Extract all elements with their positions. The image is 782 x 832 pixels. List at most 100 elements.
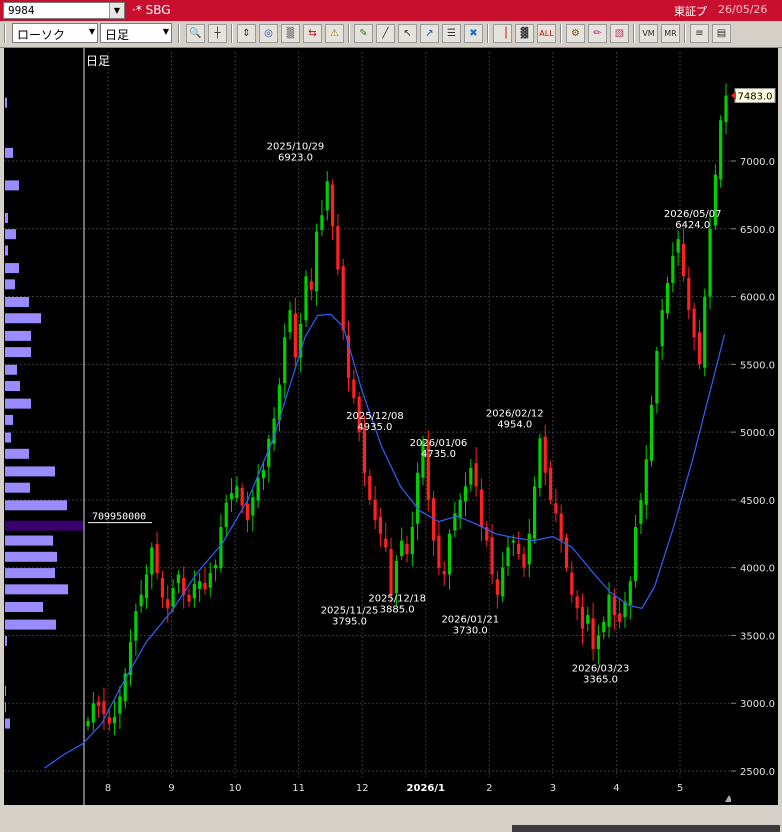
trash-icon[interactable]: ✖ [464, 24, 483, 43]
candle-body [325, 181, 329, 211]
candle-body [240, 487, 244, 506]
candle-body [219, 527, 223, 569]
chart-panel[interactable]: 709950000 2025/10/29 6923.0 2025/11/25 3795.… [4, 48, 731, 805]
title-bar: 9984 ▼ ·* SBG 東証プ 26/05/26 [0, 0, 782, 21]
horizontal-scrollbar[interactable] [512, 825, 780, 832]
candle-body [628, 581, 632, 605]
stock-code-value[interactable]: 9984 [8, 4, 35, 17]
candle-body [697, 332, 702, 365]
candle-body [687, 277, 691, 311]
annotation-date: 2025/11/25 [321, 605, 379, 616]
annotation-date: 2026/02/12 [486, 408, 544, 419]
candle-body [192, 583, 196, 599]
candle-body [453, 513, 457, 531]
candlestick-chart[interactable]: 709950000 2025/10/296923.0 2025/11/253795.… [4, 48, 731, 805]
toolbar-separator [684, 24, 686, 43]
candle-body [437, 535, 441, 568]
pointer-icon[interactable]: ↖ [398, 24, 417, 43]
candle-body [102, 701, 106, 715]
y-tick-label: 6000.0 [740, 293, 775, 304]
chart-style-select[interactable]: ローソク ▼ [12, 23, 98, 43]
settings-icon[interactable]: ⚙ [566, 24, 585, 43]
volume-profile-bar [5, 482, 30, 493]
candle-body [336, 226, 340, 270]
line-tool-icon[interactable]: ╱ [376, 24, 395, 43]
x-tick-label: 2 [486, 783, 492, 794]
candle-body [724, 95, 728, 122]
candle-body [176, 574, 180, 584]
candle-body [384, 538, 388, 548]
y-tick-label: 3000.0 [740, 699, 775, 710]
toolbar-separator [231, 24, 233, 43]
market-label: 東証プ [674, 5, 707, 18]
zoom-icon[interactable]: 🔍 [186, 24, 205, 43]
chevron-down-icon: ▼ [88, 27, 95, 36]
annotation-price: 6424.0 [675, 220, 710, 231]
split-icon[interactable]: ⇆ [303, 24, 322, 43]
all-icon[interactable]: ALL [537, 24, 556, 43]
x-tick-label: 3 [550, 783, 556, 794]
search-icon[interactable]: ◎ [259, 24, 278, 43]
window-mr-icon[interactable]: MR [661, 24, 680, 43]
volume-profile-bar [5, 718, 10, 729]
volume-profile-bar [5, 702, 6, 713]
candle-body [559, 513, 563, 541]
candle-body [681, 243, 686, 277]
pencil-icon[interactable]: ✎ [354, 24, 373, 43]
annotation-date: 2025/12/18 [368, 593, 426, 604]
annotation-date: 2025/12/08 [346, 411, 404, 422]
candle-body [166, 599, 170, 609]
scroll-icon[interactable]: ⇕ [237, 24, 256, 43]
candle-body [394, 560, 398, 594]
candle-body [283, 337, 287, 384]
crosshair-icon[interactable]: ┼ [208, 24, 227, 43]
volume-profile-bar [5, 180, 19, 191]
y-tick-label: 5000.0 [740, 428, 775, 439]
candle-body [144, 574, 149, 599]
chevron-down-icon[interactable]: ▼ [109, 3, 124, 18]
window-vm-icon[interactable]: VM [639, 24, 658, 43]
candle-icon[interactable]: ▕ [493, 24, 512, 43]
volume-profile-bar [5, 263, 19, 274]
candle-body [649, 405, 654, 461]
document-icon[interactable]: ☰ [442, 24, 461, 43]
candle-body [596, 635, 600, 649]
stock-name: ·* SBG [132, 3, 171, 17]
period-select[interactable]: 日足 ▼ [100, 23, 172, 43]
toolbar: ローソク ▼ 日足 ▼ 🔍 ┼ ⇕ ◎ ▒ ⇆ ⚠ ✎ ╱ ↖ ↗ ☰ ✖ ▕ ▓ ALL ⚙ ✏ ▧ VM MR ≡ ▤ [0, 21, 782, 48]
color-icon[interactable]: ▧ [610, 24, 629, 43]
y-tick-label: 7000.0 [740, 157, 775, 168]
candle-body [708, 228, 712, 297]
candle-body [575, 596, 579, 609]
arrow-tool-icon[interactable]: ↗ [420, 24, 439, 43]
candle-body [112, 716, 117, 724]
candle-body [612, 596, 616, 616]
candle-body [533, 486, 537, 539]
y-tick-label: 6500.0 [740, 225, 775, 236]
price-axis: 2500.0 3000.0 3500.0 4000.0 4500.0 5000.0 5500… [731, 48, 778, 805]
volume-profile-bar [5, 686, 6, 697]
candle-body [655, 350, 659, 404]
candle-body [607, 594, 611, 627]
layout-icon[interactable]: ▤ [712, 24, 731, 43]
candle-body [506, 547, 510, 567]
volume-profile-bar [5, 466, 55, 477]
volume-profile-bar [5, 584, 68, 595]
candle-body [474, 463, 478, 487]
draw-icon[interactable]: ✏ [588, 24, 607, 43]
candle-body [352, 379, 356, 399]
candle-body [139, 594, 143, 607]
list-icon[interactable]: ≡ [690, 24, 709, 43]
candle-body [511, 540, 515, 543]
candle-body [479, 489, 484, 527]
annotation-price: 3365.0 [583, 675, 618, 686]
stock-code-combo[interactable]: 9984 ▼ [3, 2, 125, 19]
grid-icon[interactable]: ▒ [281, 24, 300, 43]
candle-body [150, 547, 154, 575]
candle-all-icon[interactable]: ▓ [515, 24, 534, 43]
y-tick-label: 4000.0 [740, 564, 775, 575]
volume-profile-bar [5, 330, 31, 341]
warning-icon[interactable]: ⚠ [325, 24, 344, 43]
candle-body [665, 283, 670, 314]
volume-profile-bar [5, 279, 15, 290]
